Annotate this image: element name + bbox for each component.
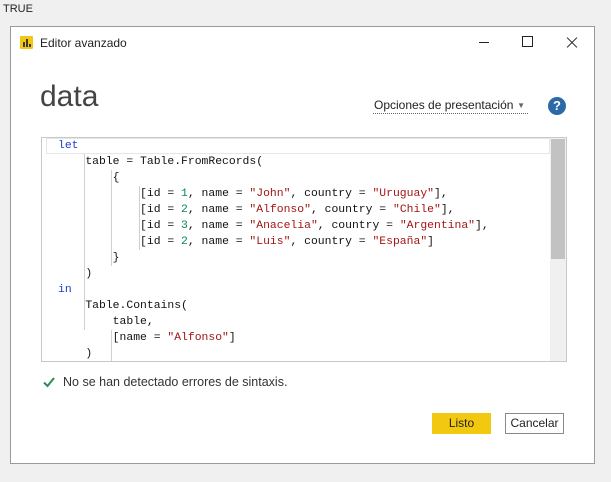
code-editor[interactable]: let table = Table.FromRecords( { [id = 1…: [41, 137, 567, 362]
code-line: {: [58, 172, 120, 184]
window-title: Editor avanzado: [40, 36, 127, 50]
chevron-down-icon: ▼: [517, 101, 525, 110]
code-line: let: [58, 140, 79, 152]
code-line: [id = 2, name = "Alfonso", country = "Ch…: [58, 204, 455, 216]
code-line: table = Table.FromRecords(: [58, 156, 264, 168]
query-name: data: [40, 80, 99, 113]
done-button[interactable]: Listo: [432, 413, 491, 434]
code-line: }: [58, 252, 120, 264]
vertical-scrollbar[interactable]: [550, 138, 566, 361]
display-options-dropdown[interactable]: Opciones de presentación ▼: [373, 98, 528, 114]
code-line: ): [58, 268, 93, 280]
help-icon[interactable]: ?: [548, 97, 566, 115]
scrollbar-thumb[interactable]: [551, 139, 565, 259]
power-bi-icon: [20, 36, 33, 49]
code-line: ): [58, 348, 93, 360]
maximize-button[interactable]: [506, 27, 550, 59]
code-line: [id = 2, name = "Luis", country = "Españ…: [58, 236, 434, 248]
advanced-editor-dialog: Editor avanzado data Opciones de present…: [10, 26, 595, 464]
checkmark-icon: [43, 377, 55, 388]
code-line: table,: [58, 316, 154, 328]
current-line-highlight: [46, 138, 550, 154]
title-bar: Editor avanzado: [11, 27, 594, 59]
background-text: TRUE: [3, 3, 33, 15]
close-button[interactable]: [550, 27, 594, 59]
minimize-button[interactable]: [462, 27, 506, 59]
code-line: [id = 1, name = "John", country = "Urugu…: [58, 188, 448, 200]
code-line: [name = "Alfonso"]: [58, 332, 236, 344]
display-options-label: Opciones de presentación: [374, 98, 514, 112]
cancel-button[interactable]: Cancelar: [505, 413, 564, 434]
code-line: [id = 3, name = "Anacelia", country = "A…: [58, 220, 489, 232]
code-line: Table.Contains(: [58, 300, 188, 312]
syntax-status: No se han detectado errores de sintaxis.: [63, 375, 288, 389]
code-line: in: [58, 284, 72, 296]
